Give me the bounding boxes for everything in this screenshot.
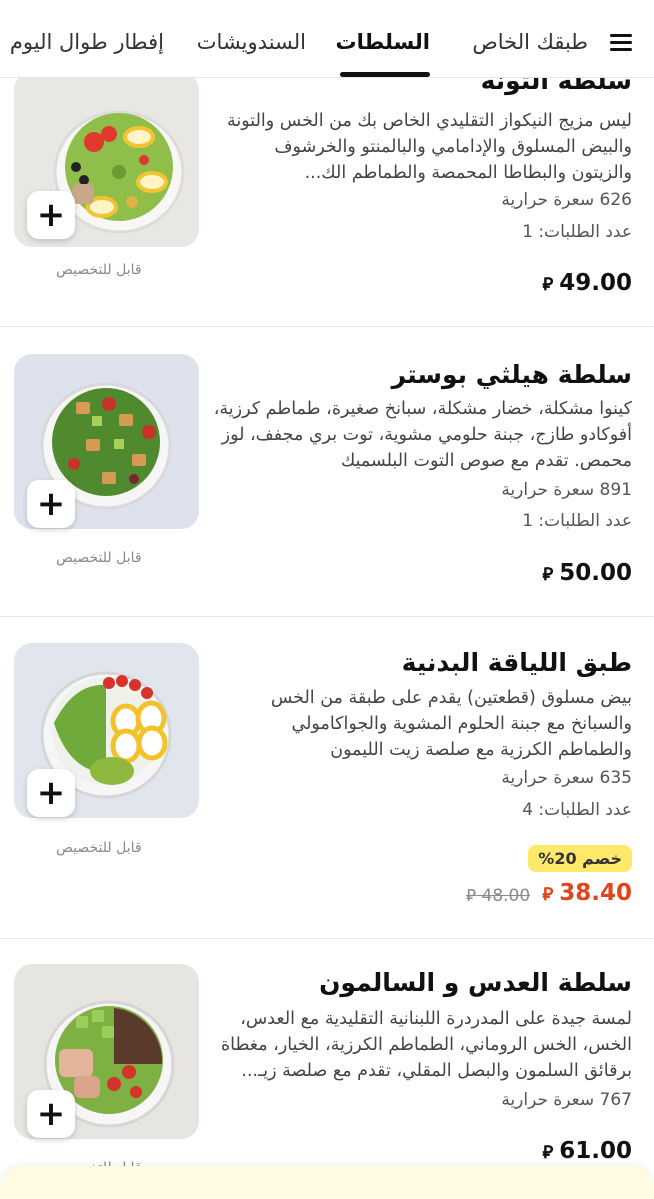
item-order-count: عدد الطلبات: 4 <box>522 800 632 820</box>
item-divider <box>0 616 654 617</box>
item-description: لمسة جيدة على المدردرة اللبنانية التقليد… <box>220 1009 632 1081</box>
item-price: ⃁ 50.00 <box>542 560 632 586</box>
item-description: ليس مزيج النيكواز التقليدي الخاص بك من ا… <box>227 111 632 183</box>
tab-all-day-breakfast[interactable]: إفطار طوال اليوم <box>10 30 164 54</box>
category-tabbar: طبقك الخاص السلطات السندويشات إفطار طوال… <box>0 0 654 78</box>
active-tab-indicator <box>340 72 430 77</box>
customizable-label: قابل للتخصيص <box>56 840 142 856</box>
item-description: بيض مسلوق (قطعتين) يقدم على طبقة من الخس… <box>270 688 632 760</box>
item-description: كينوا مشكلة، خضار مشكلة، سبانخ صغيرة، طم… <box>213 399 632 471</box>
item-title: سلطة العدس و السالمون <box>319 968 632 997</box>
item-divider <box>0 938 654 939</box>
cart-bottom-sheet[interactable] <box>0 1166 654 1199</box>
item-title: طبق اللياقة البدنية <box>401 648 632 677</box>
item-price: ⃁ 61.00 <box>542 1138 632 1164</box>
customizable-label: قابل للتخصيص <box>56 262 142 278</box>
customizable-label: قابل للتخصيص <box>56 550 142 566</box>
discount-badge: خصم 20% <box>528 845 632 872</box>
add-to-cart-button[interactable]: + <box>27 1090 75 1138</box>
riyal-icon: ⃁ <box>542 564 554 585</box>
add-to-cart-button[interactable]: + <box>27 769 75 817</box>
item-original-price: ⃁ 48.00 <box>466 886 531 906</box>
tab-salads[interactable]: السلطات <box>336 30 430 54</box>
item-calories: 767 سعرة حرارية <box>501 1090 632 1110</box>
item-order-count: عدد الطلبات: 1 <box>522 511 632 531</box>
item-price: ⃁ 49.00 <box>542 270 632 296</box>
item-divider <box>0 326 654 327</box>
item-price: ⃁ 38.40 <box>542 880 632 906</box>
item-calories: 635 سعرة حرارية <box>501 768 632 788</box>
item-order-count: عدد الطلبات: 1 <box>522 222 632 242</box>
item-calories: 626 سعرة حرارية <box>501 190 632 210</box>
add-to-cart-button[interactable]: + <box>27 191 75 239</box>
tab-your-plate[interactable]: طبقك الخاص <box>472 30 588 54</box>
riyal-icon: ⃁ <box>542 884 554 905</box>
add-to-cart-button[interactable]: + <box>27 480 75 528</box>
tab-sandwiches[interactable]: السندويشات <box>197 30 306 54</box>
item-title: سلطة هيلثي بوستر <box>391 360 632 389</box>
item-calories: 891 سعرة حرارية <box>501 480 632 500</box>
riyal-icon: ⃁ <box>542 1142 554 1163</box>
riyal-icon: ⃁ <box>542 274 554 295</box>
riyal-icon: ⃁ <box>466 886 477 906</box>
menu-icon[interactable] <box>610 34 632 52</box>
